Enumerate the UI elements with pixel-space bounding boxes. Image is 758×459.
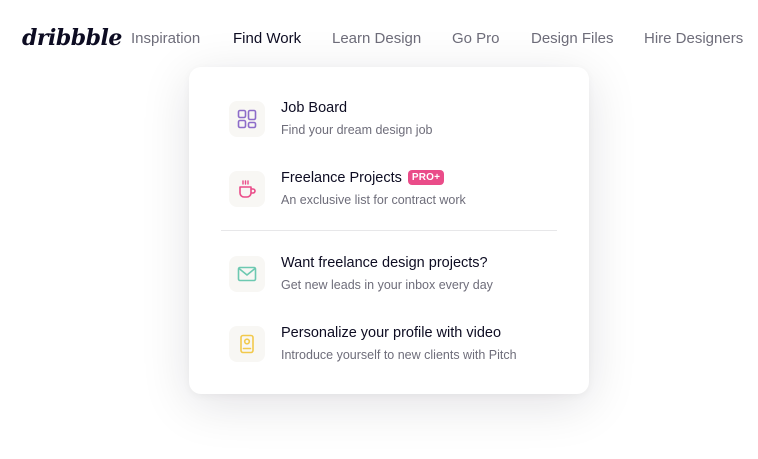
menu-item-title: Want freelance design projects? (281, 255, 488, 271)
divider (221, 230, 557, 231)
menu-item-description: Get new leads in your inbox every day (281, 278, 493, 292)
find-work-dropdown: Job Board Find your dream design job Fre… (189, 67, 589, 394)
nav-find-work[interactable]: Find Work (233, 30, 301, 48)
page: dribbble Inspiration Find Work Learn Des… (0, 0, 758, 459)
nav-learn-design[interactable]: Learn Design (332, 30, 421, 48)
menu-item-profile-video[interactable]: Personalize your profile with video Intr… (229, 324, 559, 374)
job-board-icon (237, 109, 257, 129)
menu-item-description: An exclusive list for contract work (281, 193, 466, 207)
coffee-cup-icon (239, 180, 256, 198)
video-profile-icon (240, 334, 254, 354)
nav-hire-designers[interactable]: Hire Designers (644, 30, 743, 48)
menu-item-description: Introduce yourself to new clients with P… (281, 348, 517, 362)
job-board-icon-box (229, 101, 265, 137)
menu-item-title: Job Board (281, 100, 348, 116)
envelope-icon (237, 266, 257, 282)
dribbble-logo[interactable]: dribbble (22, 22, 122, 54)
pro-badge: PRO+ (407, 170, 445, 185)
nav-design-files[interactable]: Design Files (531, 30, 614, 48)
menu-item-job-board[interactable]: Job Board Find your dream design job (229, 99, 559, 149)
menu-item-title-text: Freelance Projects (281, 170, 402, 186)
menu-item-title: Freelance Projects PRO+ (281, 169, 445, 187)
menu-item-freelance-leads[interactable]: Want freelance design projects? Get new … (229, 254, 559, 304)
coffee-cup-icon-box (229, 171, 265, 207)
video-profile-icon-box (229, 326, 265, 362)
menu-item-description: Find your dream design job (281, 123, 433, 137)
menu-item-freelance-projects[interactable]: Freelance Projects PRO+ An exclusive list… (229, 169, 559, 219)
envelope-icon-box (229, 256, 265, 292)
nav-inspiration[interactable]: Inspiration (131, 30, 200, 48)
menu-item-title: Personalize your profile with video (281, 325, 502, 341)
nav-go-pro[interactable]: Go Pro (452, 30, 500, 48)
